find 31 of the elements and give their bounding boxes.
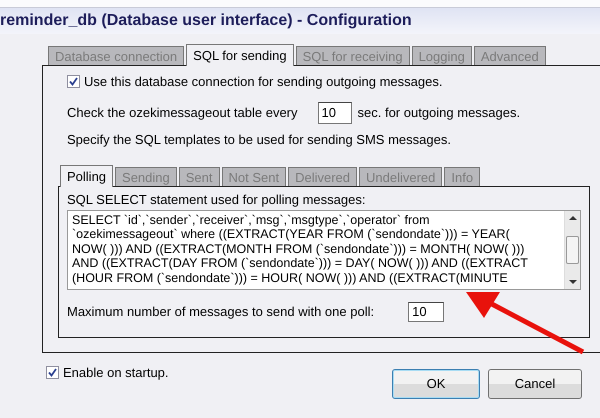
tab[interactable]: Sending bbox=[115, 167, 177, 186]
scrollbar[interactable] bbox=[564, 210, 580, 288]
label-text: Maximum number of messages to send with one poll: bbox=[67, 302, 374, 321]
checkbox-label: Enable on startup. bbox=[63, 364, 169, 382]
tab[interactable]: Info bbox=[444, 167, 480, 186]
tab[interactable]: SQL for receiving bbox=[296, 46, 410, 65]
tab[interactable]: Undelivered bbox=[359, 167, 442, 186]
max-messages-field[interactable]: 10 bbox=[408, 302, 444, 322]
interval-field[interactable]: 10 bbox=[318, 102, 352, 124]
tab[interactable]: Sent bbox=[178, 167, 220, 186]
tab[interactable]: Not Sent bbox=[222, 167, 286, 186]
cancel-button[interactable]: Cancel bbox=[488, 369, 582, 399]
tab[interactable]: Delivered bbox=[288, 167, 358, 186]
scroll-up-icon[interactable] bbox=[568, 214, 576, 220]
scroll-down-icon[interactable] bbox=[568, 278, 576, 284]
tab[interactable]: Logging bbox=[412, 46, 472, 65]
sql-field[interactable]: SELECT `id`,`sender`,`receiver`,`msg`,`msgtype`,`operator` from `ozekimessageout` where ((EXTRACT(YEAR FROM (`sendondate`))) = YEAR( NOW( ))) AND ((EXTRACT(MONTH FROM (`sendondate`))) = MONTH( NOW( ))) AND ((EXTRACT(DAY FROM (`sendondate`))) = DAY( NOW( ))) AND ((EXTRACT (HOUR FROM (`sendondate`))) = HOUR( NOW( ))) AND ((EXTRACT(MINUTE bbox=[67, 210, 581, 290]
checkbox-label: Use this database connection for sending outgoing messages. bbox=[84, 73, 442, 91]
scroll-thumb[interactable] bbox=[566, 236, 579, 264]
tab[interactable]: Database connection bbox=[48, 46, 184, 65]
label-text: sec. for outgoing messages. bbox=[358, 104, 520, 122]
tab[interactable]: SQL for sending bbox=[186, 44, 294, 66]
tab[interactable]: Advanced bbox=[474, 46, 546, 65]
checkbox[interactable] bbox=[46, 366, 59, 380]
checkbox[interactable] bbox=[67, 75, 80, 88]
window-title: reminder_db (Database user interface) - Configuration bbox=[0, 8, 600, 34]
instruction-text: Specify the SQL templates to be used for sending SMS messages. bbox=[67, 130, 452, 149]
tab[interactable]: Polling bbox=[60, 165, 114, 187]
ok-button[interactable]: OK bbox=[392, 369, 480, 399]
label-text: Check the ozekimessageout table every bbox=[67, 104, 298, 122]
field-label: SQL SELECT statement used for polling messages: bbox=[67, 191, 366, 209]
